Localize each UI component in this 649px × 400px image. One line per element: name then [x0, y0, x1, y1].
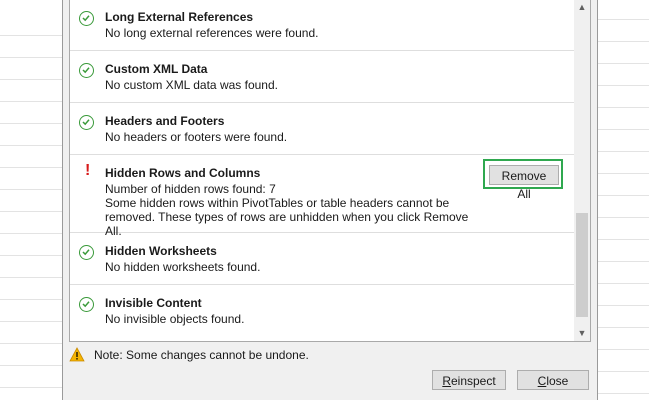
- spreadsheet-grid-right: [597, 0, 649, 398]
- result-description: Number of hidden rows found: 7 Some hidd…: [105, 182, 469, 238]
- exclamation-icon: !: [85, 162, 91, 179]
- result-description: No headers or footers were found.: [105, 130, 288, 144]
- remove-all-button[interactable]: Remove All: [489, 165, 559, 201]
- result-long-external-references: Long External References No long externa…: [70, 0, 574, 51]
- result-title: Headers and Footers: [105, 114, 225, 128]
- reinspect-label: einspect: [450, 374, 496, 388]
- result-title: Custom XML Data: [105, 62, 208, 76]
- document-inspector-dialog: Long External References No long externa…: [62, 0, 598, 400]
- check-circle-icon: [79, 297, 94, 312]
- scroll-thumb[interactable]: [576, 213, 588, 317]
- close-button[interactable]: Close: [517, 370, 589, 390]
- undo-warning-note: Note: Some changes cannot be undone.: [69, 346, 569, 364]
- result-title: Long External References: [105, 10, 254, 24]
- result-description: No long external references were found.: [105, 26, 319, 40]
- check-circle-icon: [79, 245, 94, 260]
- result-title: Hidden Rows and Columns: [105, 166, 261, 180]
- result-title: Hidden Worksheets: [105, 244, 217, 258]
- vertical-scrollbar[interactable]: ▲ ▼: [574, 0, 590, 341]
- result-invisible-content: Invisible Content No invisible objects f…: [70, 285, 574, 336]
- warning-triangle-icon: [69, 347, 85, 362]
- inspection-results-list: Long External References No long externa…: [69, 0, 591, 342]
- result-hidden-rows-and-columns: ! Hidden Rows and Columns Number of hidd…: [70, 155, 574, 238]
- result-hidden-worksheets: Hidden Worksheets No hidden worksheets f…: [70, 233, 574, 285]
- note-text: Note: Some changes cannot be undone.: [94, 348, 309, 362]
- check-circle-icon: [79, 63, 94, 78]
- reinspect-button[interactable]: Reinspect: [432, 370, 506, 390]
- remove-all-highlight: Remove All: [483, 159, 563, 201]
- close-label: lose: [546, 374, 569, 388]
- scroll-down-arrow-icon[interactable]: ▼: [574, 325, 590, 341]
- result-headers-and-footers: Headers and Footers No headers or footer…: [70, 103, 574, 155]
- result-description: No hidden worksheets found.: [105, 260, 261, 274]
- check-circle-icon: [79, 115, 94, 130]
- scroll-up-arrow-icon[interactable]: ▲: [574, 0, 590, 15]
- spreadsheet-grid-left: [0, 0, 62, 398]
- check-circle-icon: [79, 11, 94, 26]
- result-description: No invisible objects found.: [105, 312, 245, 326]
- result-title: Invisible Content: [105, 296, 202, 310]
- result-description: No custom XML data was found.: [105, 78, 278, 92]
- reinspect-accelerator: R: [442, 374, 451, 388]
- result-custom-xml-data: Custom XML Data No custom XML data was f…: [70, 51, 574, 103]
